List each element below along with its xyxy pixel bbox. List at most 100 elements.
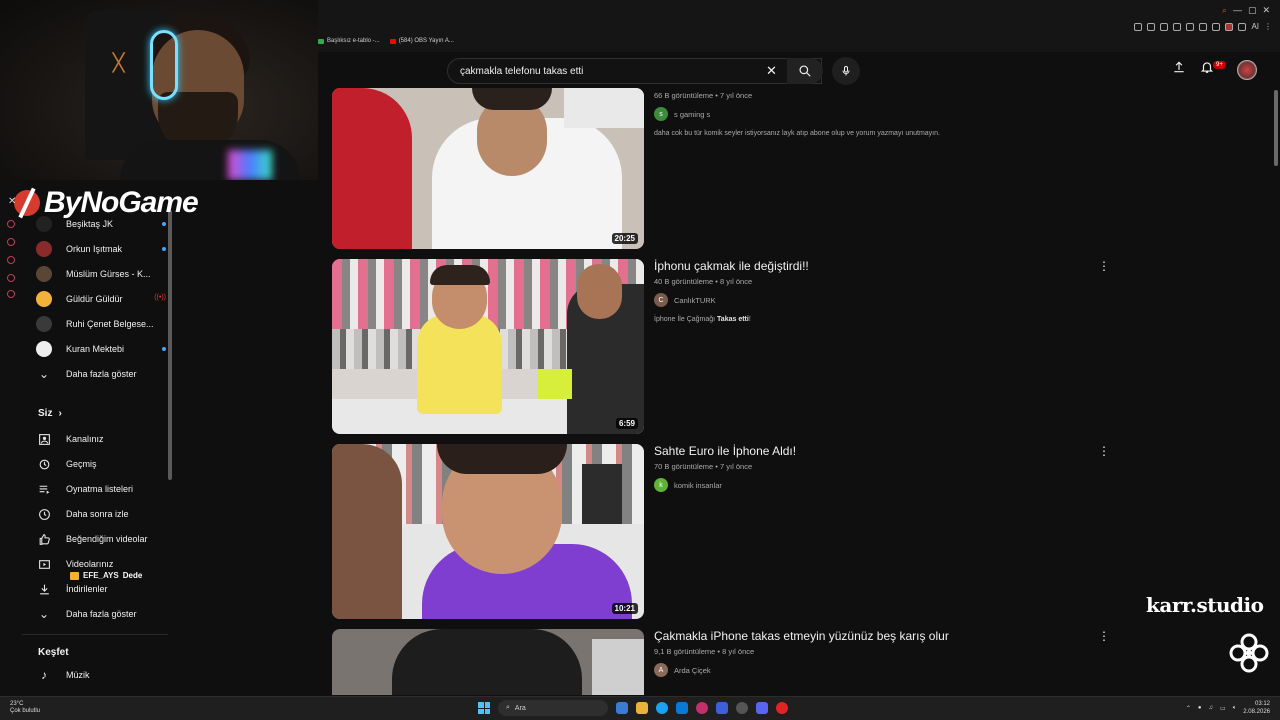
menu-icon[interactable]: ⋮ bbox=[1264, 22, 1272, 31]
bookmark-youtube[interactable]: (584) OBS Yayın A... bbox=[389, 38, 454, 44]
zoom-icon[interactable] bbox=[1134, 22, 1143, 31]
shield-icon[interactable] bbox=[1173, 22, 1182, 31]
search-input[interactable]: çakmakla telefonu takas etti bbox=[460, 66, 583, 77]
heart-icon[interactable] bbox=[1199, 22, 1208, 31]
sidebar-subscription[interactable]: Ruhi Çenet Belgese... bbox=[36, 313, 166, 335]
pin-icon[interactable] bbox=[1147, 22, 1156, 31]
channel-name[interactable]: CanlıkTURK bbox=[674, 296, 716, 305]
history-icon[interactable] bbox=[1186, 22, 1195, 31]
more-options-icon[interactable]: ⋮ bbox=[1098, 444, 1110, 458]
tray-app-icon[interactable]: ● bbox=[1198, 705, 1202, 711]
more-options-icon[interactable]: ⋮ bbox=[1098, 259, 1110, 273]
upload-age: 7 yıl önce bbox=[720, 91, 753, 100]
video-title[interactable]: Sahte Euro ile İphone Aldı! bbox=[654, 444, 1094, 459]
sidebar-item-label: İndirilenler bbox=[66, 584, 108, 594]
voice-search-button[interactable] bbox=[832, 57, 860, 85]
search-box[interactable]: çakmakla telefonu takas etti ✕ bbox=[447, 58, 822, 84]
channel-avatar: C bbox=[654, 293, 668, 307]
video-title[interactable]: İphonu çakmak ile değiştirdi!! bbox=[654, 259, 1094, 274]
video-thumbnail[interactable] bbox=[332, 629, 644, 695]
sidebar-item-playlists[interactable]: Oynatma listeleri bbox=[36, 478, 166, 500]
channel-row[interactable]: C CanlıkTURK bbox=[654, 293, 1094, 307]
more-options-icon[interactable]: ⋮ bbox=[1098, 629, 1110, 643]
channel-avatar bbox=[36, 316, 52, 332]
weather-temp: 23°C bbox=[10, 701, 24, 707]
upload-icon[interactable] bbox=[1172, 60, 1186, 74]
close-button[interactable]: ✕ bbox=[1262, 5, 1270, 16]
channel-row[interactable]: s s gaming s bbox=[654, 107, 1094, 121]
edge-icon[interactable] bbox=[656, 702, 668, 714]
network-icon[interactable]: ▭ bbox=[1220, 705, 1226, 712]
microphone-icon[interactable]: ♫ bbox=[1209, 705, 1214, 711]
show-more-you-button[interactable]: ⌄ Daha fazla göster bbox=[36, 603, 166, 625]
show-more-subscriptions-button[interactable]: ⌄ Daha fazla göster bbox=[36, 363, 166, 385]
sidebar-subscription[interactable]: Güldür Güldür ((•)) bbox=[36, 288, 166, 310]
profile-icon[interactable] bbox=[1225, 22, 1234, 31]
rail-record-icon[interactable] bbox=[7, 220, 15, 228]
video-thumbnail[interactable]: 20:25 bbox=[332, 88, 644, 249]
sidebar-item-label: Beğendiğim videolar bbox=[66, 534, 148, 544]
file-explorer-icon[interactable] bbox=[636, 702, 648, 714]
video-thumbnail[interactable]: 10:21 bbox=[332, 444, 644, 619]
bookmark-sheets[interactable]: Başlıksız e-tablo -... bbox=[318, 38, 380, 44]
sidebar-item-watch-later[interactable]: Daha sonra izle bbox=[36, 503, 166, 525]
minimize-button[interactable]: — bbox=[1233, 5, 1242, 16]
explore-section-header: Keşfet bbox=[38, 647, 69, 658]
new-content-dot bbox=[162, 247, 166, 251]
bell-icon[interactable] bbox=[1200, 60, 1214, 74]
clear-search-icon[interactable]: ✕ bbox=[766, 63, 777, 79]
obs-icon[interactable] bbox=[736, 702, 748, 714]
app-icon[interactable] bbox=[716, 702, 728, 714]
download-icon[interactable] bbox=[1212, 22, 1221, 31]
video-info: Çakmakla iPhone takas etmeyin yüzünüz be… bbox=[654, 629, 1094, 677]
you-section-label: Siz bbox=[38, 408, 53, 419]
channel-name[interactable]: s gaming s bbox=[674, 110, 710, 119]
taskbar-search[interactable]: ⌕ Ara bbox=[498, 700, 608, 716]
channel-row[interactable]: k komik insanlar bbox=[654, 478, 1094, 492]
task-view-icon[interactable] bbox=[616, 702, 628, 714]
rail-play-icon[interactable] bbox=[7, 238, 15, 246]
channel-name[interactable]: Arda Çiçek bbox=[674, 666, 711, 675]
clock-icon bbox=[36, 506, 52, 522]
channel-avatar bbox=[36, 266, 52, 282]
chevron-up-icon[interactable]: ⌃ bbox=[1186, 705, 1191, 712]
sidebar-subscription[interactable]: Orkun Işıtmak bbox=[36, 238, 166, 260]
sidebar-item-liked-videos[interactable]: Beğendiğim videolar bbox=[36, 528, 166, 550]
sidebar-subscription[interactable]: Kuran Mektebi bbox=[36, 338, 166, 360]
rail-settings-icon[interactable] bbox=[7, 290, 15, 298]
channel-name[interactable]: komik insanlar bbox=[674, 481, 722, 490]
store-icon[interactable] bbox=[676, 702, 688, 714]
video-title[interactable]: Çakmakla iPhone takas etmeyin yüzünüz be… bbox=[654, 629, 1094, 644]
opera-icon[interactable] bbox=[696, 702, 708, 714]
maximize-button[interactable]: ▢ bbox=[1248, 5, 1257, 16]
header-actions bbox=[1172, 60, 1214, 74]
sidebar-item-music[interactable]: ♪ Müzik bbox=[36, 664, 166, 686]
close-icon[interactable]: ✕ bbox=[8, 196, 16, 207]
weather-widget[interactable]: 23°C Çok bulutlu bbox=[10, 701, 40, 715]
subscription-label: Orkun Işıtmak bbox=[66, 244, 123, 254]
sidebar-item-history[interactable]: Geçmiş bbox=[36, 453, 166, 475]
sidebar-subscription[interactable]: Müslüm Gürses - K... bbox=[36, 263, 166, 285]
volume-icon[interactable]: 🔈︎ bbox=[1233, 705, 1237, 712]
windows-start-icon[interactable] bbox=[478, 702, 490, 714]
send-icon[interactable] bbox=[1238, 22, 1247, 31]
rail-chat-icon[interactable] bbox=[7, 274, 15, 282]
new-content-dot bbox=[162, 347, 166, 351]
clock[interactable]: 03:12 2.08.2026 bbox=[1243, 700, 1270, 716]
ai-button[interactable]: AI bbox=[1251, 22, 1259, 31]
user-avatar[interactable] bbox=[1237, 60, 1257, 80]
view-count: 66 B görüntüleme bbox=[654, 91, 714, 100]
recording-icon[interactable] bbox=[776, 702, 788, 714]
extension-icon[interactable] bbox=[1160, 22, 1169, 31]
sidebar-item-downloads[interactable]: İndirilenler bbox=[36, 578, 166, 600]
video-thumbnail[interactable]: 6:59 bbox=[332, 259, 644, 434]
search-button[interactable] bbox=[787, 58, 823, 84]
sidebar-scrollbar[interactable] bbox=[168, 210, 172, 480]
you-section-header[interactable]: Siz › bbox=[38, 408, 62, 419]
rail-clock-icon[interactable] bbox=[7, 256, 15, 264]
main-scrollbar[interactable] bbox=[1274, 90, 1278, 166]
discord-icon[interactable] bbox=[756, 702, 768, 714]
search-icon[interactable]: ⌕ bbox=[1222, 5, 1227, 16]
sidebar-item-channel[interactable]: Kanalınız bbox=[36, 428, 166, 450]
channel-row[interactable]: A Arda Çiçek bbox=[654, 663, 1094, 677]
